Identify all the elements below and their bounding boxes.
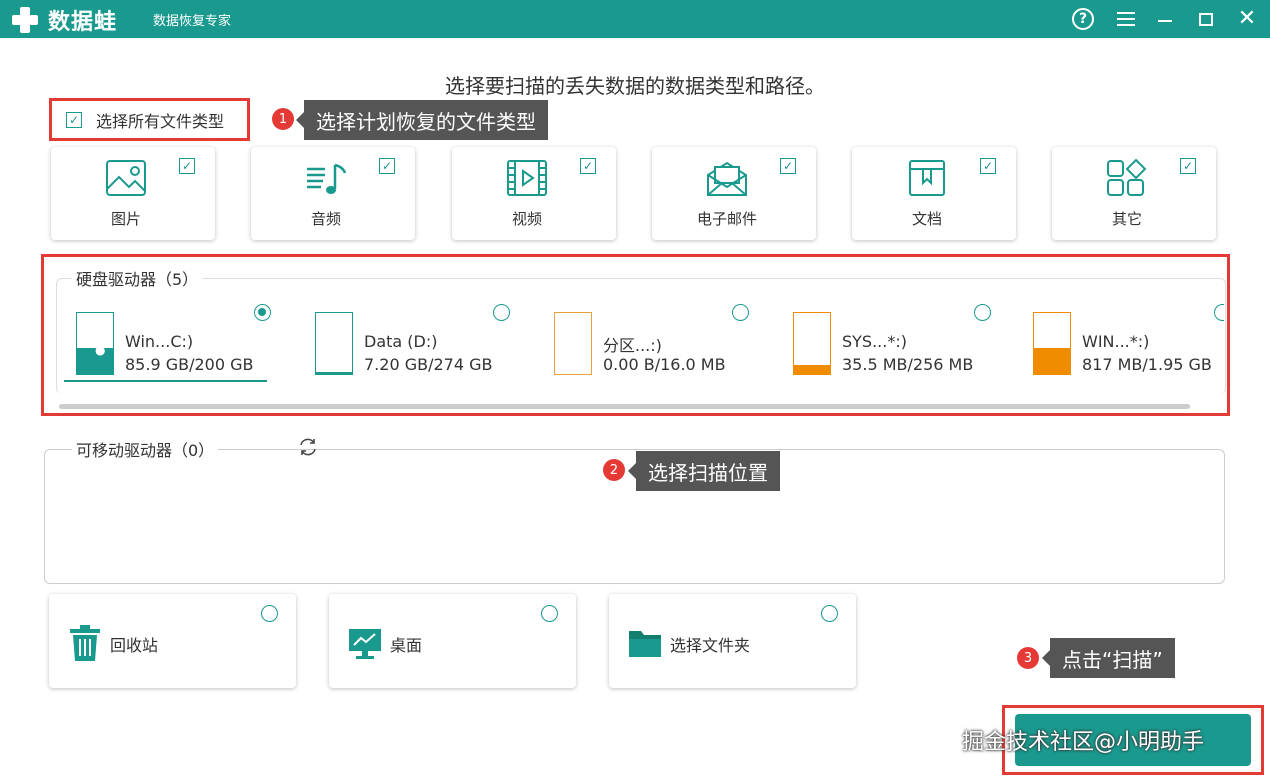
drive-radio[interactable] bbox=[1214, 304, 1224, 321]
file-type-label: 视频 bbox=[511, 210, 542, 228]
callout-3: 点击“扫描” bbox=[1042, 638, 1175, 678]
checkbox-checked-icon[interactable]: ✓ bbox=[980, 158, 996, 174]
maximize-button[interactable] bbox=[1193, 6, 1219, 32]
drive-usage-bar bbox=[315, 312, 353, 375]
drive-usage-bar bbox=[793, 312, 831, 375]
drive-usage-fill bbox=[794, 365, 830, 374]
drive-name: 分区...:) bbox=[603, 336, 662, 355]
checkbox-checked-icon[interactable]: ✓ bbox=[580, 158, 596, 174]
callout-number-2: 2 bbox=[603, 459, 625, 481]
drive-name: WIN...*:) bbox=[1082, 332, 1150, 351]
location-label: 选择文件夹 bbox=[670, 636, 751, 655]
drive-usage-bar bbox=[554, 312, 592, 375]
drive-size: 85.9 GB/200 GB bbox=[125, 355, 254, 374]
music-icon bbox=[307, 163, 347, 194]
windows-logo-icon: ● bbox=[95, 343, 106, 357]
checkbox-checked-icon[interactable]: ✓ bbox=[179, 158, 195, 174]
checkbox-checked-icon[interactable]: ✓ bbox=[1180, 158, 1196, 174]
drive-usage-bar: ● bbox=[76, 312, 114, 375]
menu-button[interactable] bbox=[1113, 6, 1139, 32]
desktop-icon bbox=[349, 629, 381, 659]
drive-item[interactable]: WIN...*:) 817 MB/1.95 GB bbox=[1023, 305, 1243, 385]
file-type-card-image[interactable]: ✓ 图片 bbox=[51, 147, 215, 240]
email-icon bbox=[707, 161, 747, 196]
drive-radio[interactable] bbox=[974, 304, 991, 321]
file-type-label: 电子邮件 bbox=[696, 210, 757, 228]
file-type-label: 音频 bbox=[310, 210, 341, 228]
checkbox-checked-icon[interactable]: ✓ bbox=[379, 158, 395, 174]
folder-icon bbox=[629, 631, 661, 657]
app-subtitle: 数据恢复专家 bbox=[153, 14, 232, 29]
file-type-label: 文档 bbox=[911, 210, 942, 228]
callout-number-3: 3 bbox=[1017, 647, 1039, 669]
help-icon: ? bbox=[1072, 8, 1094, 30]
app-logo: 数据蛙 bbox=[10, 4, 117, 36]
location-label: 回收站 bbox=[110, 636, 159, 655]
help-button[interactable]: ? bbox=[1070, 6, 1096, 32]
location-card-folder[interactable]: 选择文件夹 bbox=[609, 594, 856, 688]
drive-item[interactable]: 分区...:) 0.00 B/16.0 MB bbox=[544, 305, 764, 385]
recycle-bin-icon bbox=[70, 625, 100, 661]
drive-item[interactable]: ● Win...C:) 85.9 GB/200 GB bbox=[66, 305, 286, 385]
other-icon bbox=[1107, 159, 1147, 196]
maximize-icon bbox=[1199, 12, 1213, 26]
file-type-card-other[interactable]: ✓ 其它 bbox=[1052, 147, 1216, 240]
callout-1: 选择计划恢复的文件类型 bbox=[296, 100, 548, 140]
file-type-card-audio[interactable]: ✓ 音频 bbox=[251, 147, 415, 240]
select-all-label: 选择所有文件类型 bbox=[96, 111, 225, 131]
horizontal-scrollbar[interactable] bbox=[59, 404, 1190, 409]
callout-2: 选择扫描位置 bbox=[628, 451, 780, 491]
title-bar: 数据蛙 数据恢复专家 ? ✕ bbox=[0, 0, 1270, 38]
app-name: 数据蛙 bbox=[48, 10, 118, 35]
select-all-checkbox[interactable]: ✓ 选择所有文件类型 bbox=[49, 98, 250, 141]
minimize-button[interactable] bbox=[1152, 6, 1178, 32]
drive-name: SYS...*:) bbox=[842, 332, 907, 351]
close-button[interactable]: ✕ bbox=[1234, 6, 1260, 32]
location-label: 桌面 bbox=[390, 636, 423, 655]
drive-usage-fill bbox=[1034, 348, 1070, 374]
plus-logo-icon bbox=[10, 5, 40, 35]
video-icon bbox=[507, 160, 547, 196]
file-type-card-video[interactable]: ✓ 视频 bbox=[452, 147, 616, 240]
file-type-label: 图片 bbox=[110, 210, 141, 228]
drive-size: 7.20 GB/274 GB bbox=[364, 355, 493, 374]
instruction-text: 选择要扫描的丢失数据的数据类型和路径。 bbox=[445, 74, 825, 98]
drive-name: Win...C:) bbox=[125, 332, 194, 351]
checkbox-checked-icon[interactable]: ✓ bbox=[780, 158, 796, 174]
drive-usage-fill bbox=[316, 372, 352, 374]
hard-drives-section: 硬盘驱动器（5） ● Win...C:) 85.9 GB/200 GB Data… bbox=[41, 254, 1230, 416]
location-radio[interactable] bbox=[261, 605, 278, 622]
drive-name: Data (D:) bbox=[364, 332, 438, 351]
drive-item[interactable]: SYS...*:) 35.5 MB/256 MB bbox=[783, 305, 1003, 385]
drive-size: 35.5 MB/256 MB bbox=[842, 355, 974, 374]
minimize-icon bbox=[1158, 20, 1172, 22]
refresh-icon[interactable] bbox=[297, 436, 319, 458]
file-type-label: 其它 bbox=[1111, 210, 1142, 228]
checkbox-checked-icon: ✓ bbox=[66, 111, 82, 128]
location-radio[interactable] bbox=[541, 605, 558, 622]
file-type-card-document[interactable]: ✓ 文档 bbox=[852, 147, 1016, 240]
selected-underline bbox=[64, 380, 267, 382]
drive-radio-selected[interactable] bbox=[254, 304, 271, 321]
drive-usage-bar bbox=[1033, 312, 1071, 375]
watermark-text: 掘金技术社区@小明助手 bbox=[962, 730, 1205, 755]
drive-size: 0.00 B/16.0 MB bbox=[603, 355, 726, 374]
drive-item[interactable]: Data (D:) 7.20 GB/274 GB bbox=[305, 305, 525, 385]
file-type-card-email[interactable]: ✓ 电子邮件 bbox=[652, 147, 816, 240]
drive-size: 817 MB/1.95 GB bbox=[1082, 355, 1212, 374]
hamburger-icon bbox=[1117, 12, 1135, 26]
removable-drives-title: 可移动驱动器（0） bbox=[72, 437, 219, 461]
drive-radio[interactable] bbox=[493, 304, 510, 321]
hard-drives-title: 硬盘驱动器（5） bbox=[72, 266, 203, 290]
document-icon bbox=[909, 160, 945, 196]
drive-radio[interactable] bbox=[732, 304, 749, 321]
location-card-desktop[interactable]: 桌面 bbox=[329, 594, 576, 688]
location-card-recycle-bin[interactable]: 回收站 bbox=[49, 594, 296, 688]
location-radio[interactable] bbox=[821, 605, 838, 622]
image-icon bbox=[106, 160, 146, 196]
callout-number-1: 1 bbox=[272, 108, 294, 130]
